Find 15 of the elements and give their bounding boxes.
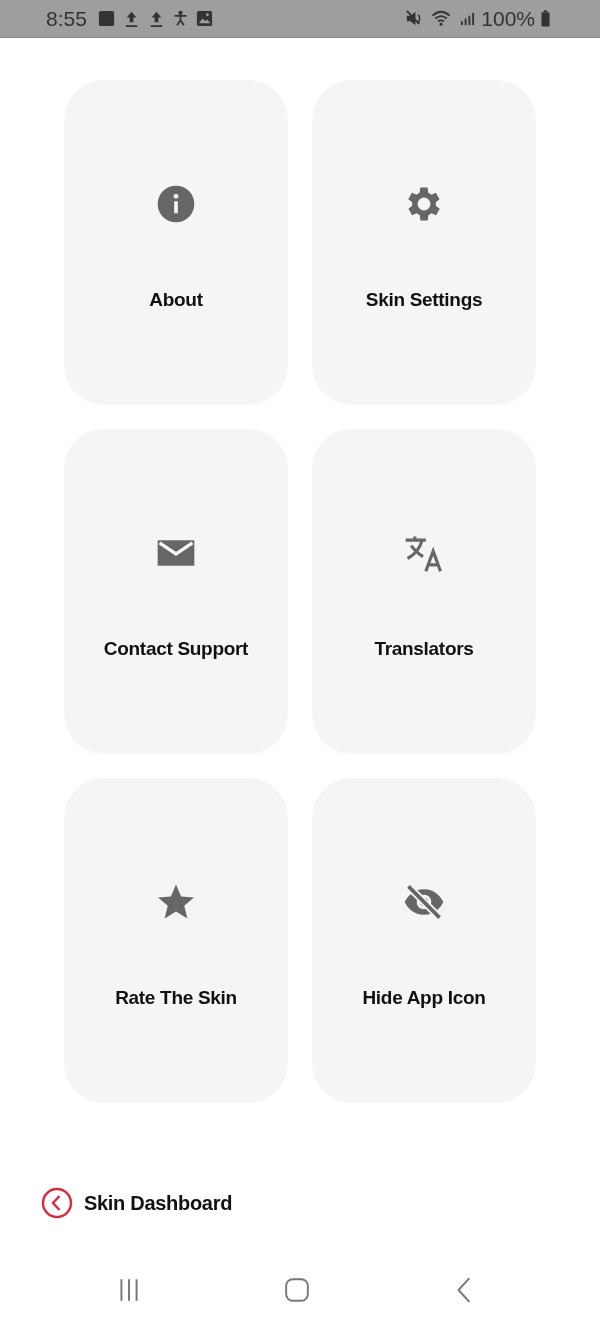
menu-tile[interactable]: Hide App Icon: [312, 778, 536, 1103]
menu-tile[interactable]: Contact Support: [64, 429, 288, 754]
menu-tile[interactable]: Translators: [312, 429, 536, 754]
menu-tile[interactable]: Rate The Skin: [64, 778, 288, 1103]
battery-percent: 100%: [481, 6, 535, 31]
back-label: Skin Dashboard: [84, 1191, 233, 1215]
battery-icon: [541, 9, 550, 28]
menu-tile[interactable]: Skin Settings: [312, 80, 536, 405]
signal-icon: [460, 11, 476, 26]
image-icon: [194, 9, 214, 28]
home-icon[interactable]: [284, 1277, 310, 1303]
back-link[interactable]: Skin Dashboard: [41, 1187, 233, 1219]
back-icon: [41, 1187, 73, 1219]
clock: 8:55: [46, 6, 87, 31]
menu-tile[interactable]: About: [64, 80, 288, 405]
